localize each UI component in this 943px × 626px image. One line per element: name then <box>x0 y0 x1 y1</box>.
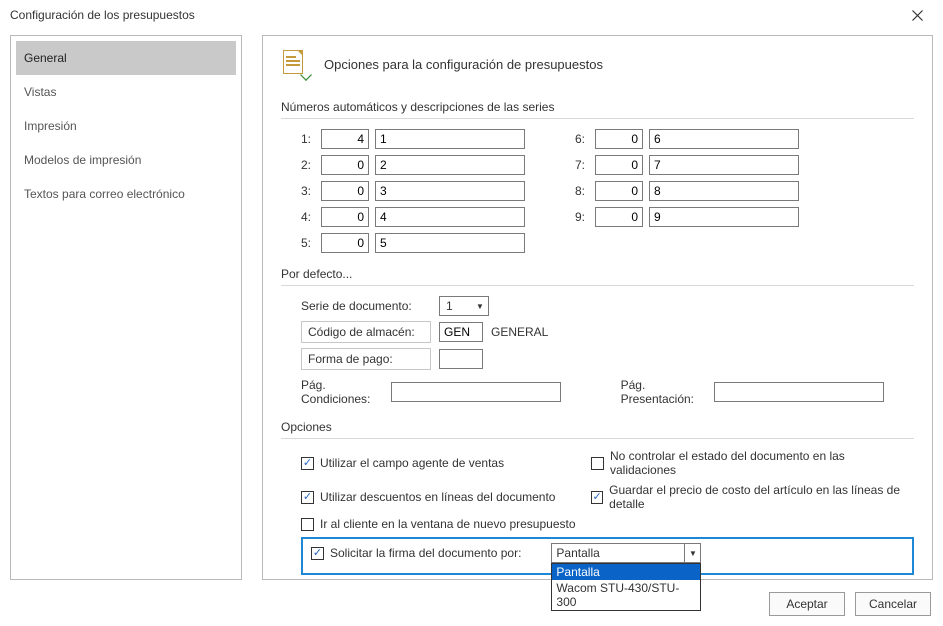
divider <box>281 438 914 439</box>
series-row-3: 3: <box>301 181 525 201</box>
window-title: Configuración de los presupuestos <box>10 8 195 22</box>
series-num-1[interactable] <box>321 129 369 149</box>
series-label: 9: <box>575 210 589 224</box>
page-title: Opciones para la configuración de presup… <box>324 57 603 72</box>
checkbox-icon: ✓ <box>301 491 314 504</box>
nav-item-impresion[interactable]: Impresión <box>16 109 236 143</box>
series-desc-8[interactable] <box>649 181 799 201</box>
content-panel: Opciones para la configuración de presup… <box>262 35 933 580</box>
condiciones-label: Pág. Condiciones: <box>301 378 381 406</box>
series-desc-2[interactable] <box>375 155 525 175</box>
close-icon <box>912 10 923 21</box>
section-title-defaults: Por defecto... <box>281 267 914 281</box>
series-desc-1[interactable] <box>375 129 525 149</box>
series-desc-5[interactable] <box>375 233 525 253</box>
opt-descuentos[interactable]: ✓ Utilizar descuentos en líneas del docu… <box>301 483 561 511</box>
checkbox-icon: ✓ <box>301 457 314 470</box>
checkbox-icon: ✓ <box>311 547 324 560</box>
opt-label: Solicitar la firma del documento por: <box>330 546 521 560</box>
checkbox-icon <box>301 518 314 531</box>
serie-value: 1 <box>446 299 453 313</box>
checkbox-icon <box>591 457 604 470</box>
series-num-8[interactable] <box>595 181 643 201</box>
nav-item-modelos[interactable]: Modelos de impresión <box>16 143 236 177</box>
signature-option-pantalla[interactable]: Pantalla <box>552 564 700 580</box>
section-title-series: Números automáticos y descripciones de l… <box>281 100 914 114</box>
series-desc-7[interactable] <box>649 155 799 175</box>
series-label: 1: <box>301 132 315 146</box>
document-check-icon <box>281 50 309 78</box>
forma-input[interactable] <box>439 349 483 369</box>
series-num-4[interactable] <box>321 207 369 227</box>
serie-label: Serie de documento: <box>301 299 431 313</box>
signature-select[interactable]: Pantalla ▼ Pantalla Wacom STU-430/STU-30… <box>551 543 701 563</box>
series-row-9: 9: <box>575 207 799 227</box>
series-desc-3[interactable] <box>375 181 525 201</box>
presentacion-label: Pág. Presentación: <box>621 378 704 406</box>
series-num-6[interactable] <box>595 129 643 149</box>
codigo-input[interactable] <box>439 322 483 342</box>
cancel-button[interactable]: Cancelar <box>855 592 931 616</box>
series-row-7: 7: <box>575 155 799 175</box>
nav-item-general[interactable]: General <box>16 41 236 75</box>
series-label: 8: <box>575 184 589 198</box>
divider <box>281 285 914 286</box>
opt-label: Utilizar el campo agente de ventas <box>320 456 504 470</box>
opt-ircliente[interactable]: Ir al cliente en la ventana de nuevo pre… <box>301 517 914 531</box>
opt-nocontrolar[interactable]: No controlar el estado del documento en … <box>591 449 914 477</box>
series-row-6: 6: <box>575 129 799 149</box>
chevron-down-icon: ▼ <box>684 544 700 562</box>
signature-dropdown: Pantalla Wacom STU-430/STU-300 <box>551 563 701 611</box>
opt-label: Guardar el precio de costo del artículo … <box>609 483 914 511</box>
series-row-1: 1: <box>301 129 525 149</box>
opt-agente[interactable]: ✓ Utilizar el campo agente de ventas <box>301 449 561 477</box>
forma-label-button[interactable]: Forma de pago: <box>301 348 431 370</box>
series-label: 2: <box>301 158 315 172</box>
presentacion-input[interactable] <box>714 382 884 402</box>
divider <box>281 118 914 119</box>
opt-guardarprecio[interactable]: ✓ Guardar el precio de costo del artícul… <box>591 483 914 511</box>
condiciones-input[interactable] <box>391 382 561 402</box>
series-label: 7: <box>575 158 589 172</box>
codigo-desc: GENERAL <box>491 325 548 339</box>
series-num-9[interactable] <box>595 207 643 227</box>
section-title-options: Opciones <box>281 420 914 434</box>
series-desc-4[interactable] <box>375 207 525 227</box>
opt-label: Ir al cliente en la ventana de nuevo pre… <box>320 517 576 531</box>
nav-panel: General Vistas Impresión Modelos de impr… <box>10 35 242 580</box>
codigo-label-button[interactable]: Código de almacén: <box>301 321 431 343</box>
series-row-2: 2: <box>301 155 525 175</box>
series-num-5[interactable] <box>321 233 369 253</box>
nav-item-vistas[interactable]: Vistas <box>16 75 236 109</box>
checkbox-icon: ✓ <box>591 491 603 504</box>
serie-select[interactable]: 1 ▼ <box>439 296 489 316</box>
series-desc-6[interactable] <box>649 129 799 149</box>
series-label: 3: <box>301 184 315 198</box>
close-button[interactable] <box>897 1 937 29</box>
series-row-4: 4: <box>301 207 525 227</box>
series-label: 5: <box>301 236 315 250</box>
nav-item-textos[interactable]: Textos para correo electrónico <box>16 177 236 211</box>
series-row-5: 5: <box>301 233 525 253</box>
opt-solicitar-firma[interactable]: ✓ Solicitar la firma del documento por: <box>311 546 521 560</box>
signature-value: Pantalla <box>556 546 599 560</box>
series-num-7[interactable] <box>595 155 643 175</box>
series-num-2[interactable] <box>321 155 369 175</box>
signature-option-wacom[interactable]: Wacom STU-430/STU-300 <box>552 580 700 610</box>
series-desc-9[interactable] <box>649 207 799 227</box>
opt-label: No controlar el estado del documento en … <box>610 449 914 477</box>
signature-section: ✓ Solicitar la firma del documento por: … <box>301 537 914 575</box>
series-num-3[interactable] <box>321 181 369 201</box>
series-row-8: 8: <box>575 181 799 201</box>
accept-button[interactable]: Aceptar <box>769 592 845 616</box>
series-label: 6: <box>575 132 589 146</box>
opt-label: Utilizar descuentos en líneas del docume… <box>320 490 555 504</box>
chevron-down-icon: ▼ <box>474 300 486 312</box>
series-label: 4: <box>301 210 315 224</box>
